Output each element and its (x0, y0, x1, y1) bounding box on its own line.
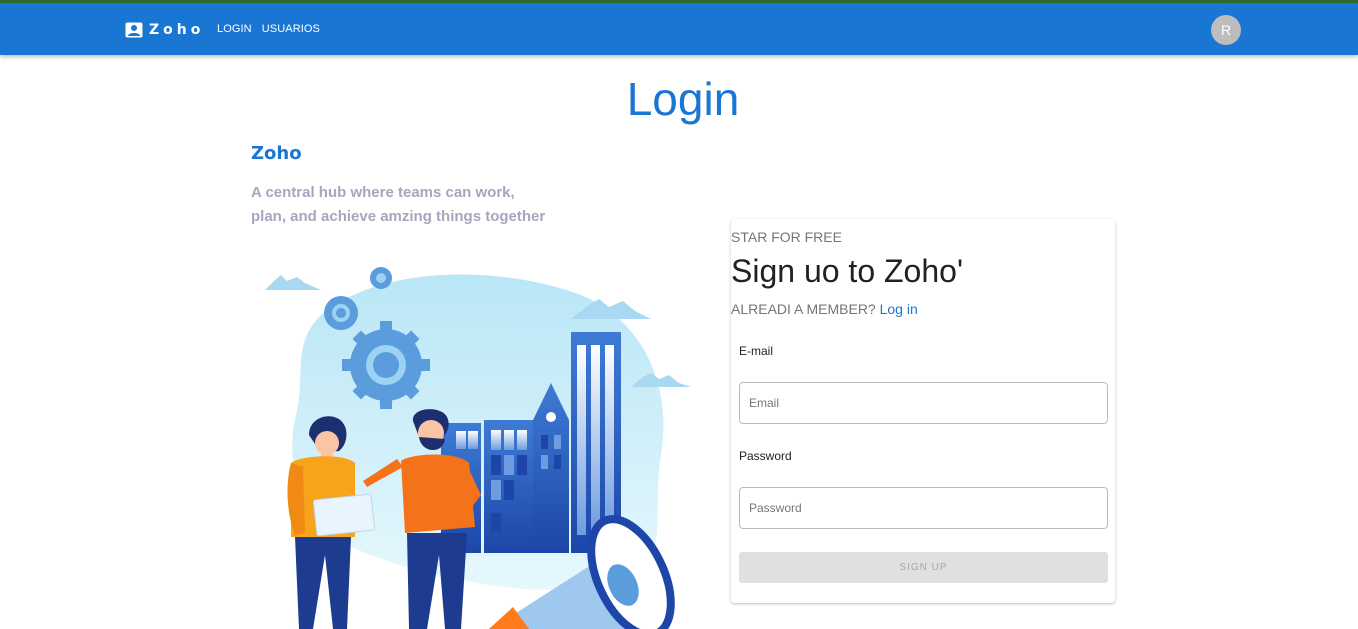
signup-title: Sign uo to Zoho' (731, 253, 964, 289)
nav-login[interactable]: LOGIN (217, 23, 252, 35)
email-field[interactable] (739, 382, 1108, 424)
nav-usuarios[interactable]: USUARIOS (262, 23, 320, 35)
brand-heading: Zoho (251, 143, 302, 164)
signup-card: STAR FOR FREE Sign uo to Zoho' ALREADI A… (731, 219, 1115, 603)
brand[interactable]: Zoho (125, 20, 204, 40)
team-illustration (265, 267, 691, 629)
main-nav: LOGIN USUARIOS (217, 23, 320, 35)
member-text: ALREADI A MEMBER? (731, 301, 876, 317)
password-label: Password (739, 449, 792, 463)
brand-name: Zoho (149, 22, 205, 38)
signup-button[interactable]: SIGN UP (739, 552, 1108, 583)
tagline: A central hub where teams can work, plan… (251, 184, 546, 225)
page-title: Login (626, 73, 740, 125)
member-prompt: ALREADI A MEMBER? Log in (731, 301, 918, 317)
card-kicker: STAR FOR FREE (731, 229, 842, 245)
account-box-icon (125, 22, 143, 38)
login-link[interactable]: Log in (880, 301, 918, 317)
gear-icon (370, 267, 392, 289)
app-bar: Zoho LOGIN USUARIOS R (0, 3, 1358, 55)
gear-icon (324, 296, 358, 330)
avatar[interactable]: R (1211, 15, 1241, 45)
email-label: E-mail (739, 344, 774, 358)
password-field[interactable] (739, 487, 1108, 529)
